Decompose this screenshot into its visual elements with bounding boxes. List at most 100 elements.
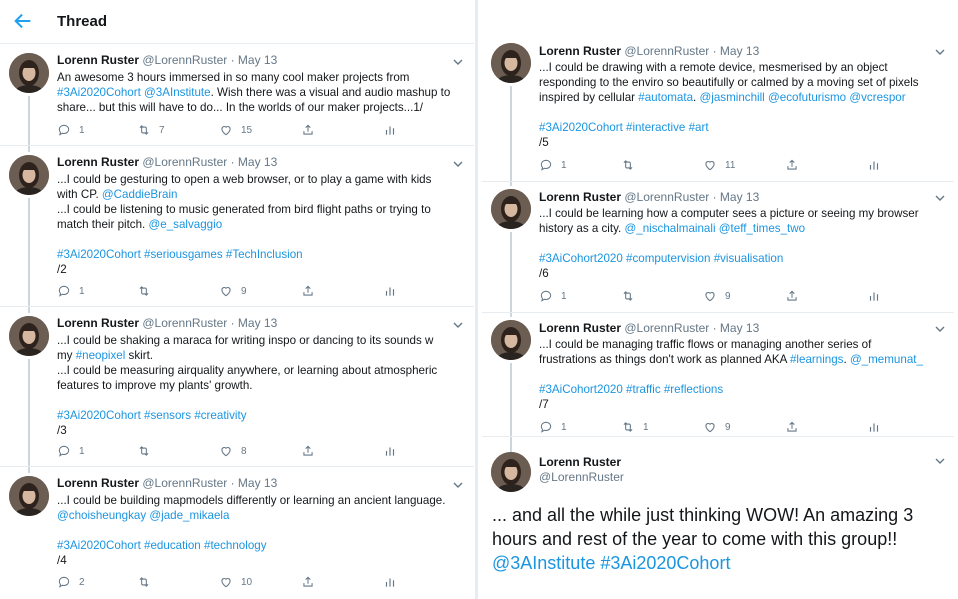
tweet-date[interactable]: · May 13 [231, 53, 278, 67]
hashtag-link[interactable]: #3Ai2020Cohort [57, 86, 141, 99]
share-button[interactable] [301, 284, 315, 298]
hashtag-link[interactable]: #technology [204, 539, 267, 552]
author-name[interactable]: Lorenn Ruster [539, 321, 621, 335]
share-button[interactable] [301, 123, 315, 137]
like-button[interactable]: 15 [219, 123, 252, 137]
mention-link[interactable]: @CaddieBrain [102, 188, 178, 201]
author-handle[interactable]: @LorennRuster [142, 155, 227, 169]
tweet-date[interactable]: · May 13 [713, 44, 760, 58]
author-name[interactable]: Lorenn Ruster [539, 44, 621, 58]
retweet-button[interactable] [137, 575, 159, 589]
chevron-down-icon[interactable] [934, 323, 946, 335]
author-handle[interactable]: @LorennRuster [624, 190, 709, 204]
retweet-button[interactable] [621, 289, 643, 303]
author-handle[interactable]: @LorennRuster [624, 44, 709, 58]
mention-link[interactable]: @vcrespor [849, 91, 905, 104]
like-button[interactable]: 9 [219, 284, 247, 298]
hashtag-link[interactable]: #art [689, 121, 709, 134]
hashtag-link[interactable]: #3AiCohort2020 [539, 383, 623, 396]
avatar[interactable] [9, 53, 49, 93]
share-button[interactable] [301, 444, 315, 458]
chevron-down-icon[interactable] [452, 56, 464, 68]
mention-link[interactable]: @3AInstitute [492, 553, 595, 573]
analytics-button[interactable] [383, 123, 397, 137]
hashtag-link[interactable]: #interactive [626, 121, 685, 134]
mention-link[interactable]: @e_salvaggio [149, 218, 223, 231]
retweet-button[interactable]: 1 [621, 420, 649, 434]
hashtag-link[interactable]: #seriousgames [144, 248, 223, 261]
author-handle-text[interactable]: @LorennRuster [539, 470, 624, 484]
analytics-button[interactable] [867, 289, 881, 303]
like-button[interactable]: 9 [703, 420, 731, 434]
share-button[interactable] [785, 158, 799, 172]
mention-link[interactable]: @choisheungkay [57, 509, 146, 522]
hashtag-link[interactable]: #3Ai2020Cohort [57, 248, 141, 261]
hashtag-link[interactable]: #visualisation [714, 252, 784, 265]
reply-button[interactable]: 1 [539, 420, 567, 434]
author-name[interactable]: Lorenn Ruster [57, 155, 139, 169]
reply-button[interactable]: 1 [57, 284, 85, 298]
avatar[interactable] [491, 189, 531, 229]
avatar[interactable] [491, 320, 531, 360]
retweet-button[interactable] [621, 158, 643, 172]
analytics-button[interactable] [867, 420, 881, 434]
mention-link[interactable]: @jasminchill [700, 91, 765, 104]
chevron-down-icon[interactable] [452, 479, 464, 491]
reply-button[interactable]: 2 [57, 575, 85, 589]
hashtag-link[interactable]: #3Ai2020Cohort [57, 409, 141, 422]
hashtag-link[interactable]: #TechInclusion [226, 248, 303, 261]
mention-link[interactable]: @_memunat_ [850, 353, 923, 366]
hashtag-link[interactable]: #automata [638, 91, 693, 104]
mention-link[interactable]: @_nischalmainali [624, 222, 715, 235]
analytics-button[interactable] [383, 284, 397, 298]
tweet-date[interactable]: · May 13 [231, 155, 278, 169]
author-handle[interactable]: @LorennRuster [539, 470, 624, 484]
hashtag-link[interactable]: #3Ai2020Cohort [539, 121, 623, 134]
author-handle[interactable]: @LorennRuster [142, 316, 227, 330]
like-button[interactable]: 8 [219, 444, 247, 458]
tweet-date[interactable]: · May 13 [231, 476, 278, 490]
reply-button[interactable]: 1 [57, 123, 85, 137]
like-button[interactable]: 9 [703, 289, 731, 303]
author-name-text[interactable]: Lorenn Ruster [539, 455, 621, 469]
like-button[interactable]: 10 [219, 575, 252, 589]
author-handle[interactable]: @LorennRuster [624, 321, 709, 335]
analytics-button[interactable] [867, 158, 881, 172]
retweet-button[interactable] [137, 444, 159, 458]
author-name[interactable]: Lorenn Ruster [57, 53, 139, 67]
hashtag-link[interactable]: #creativity [194, 409, 246, 422]
chevron-down-icon[interactable] [934, 46, 946, 58]
share-button[interactable] [785, 289, 799, 303]
chevron-down-icon[interactable] [452, 158, 464, 170]
author-name[interactable]: Lorenn Ruster [57, 316, 139, 330]
reply-button[interactable]: 1 [57, 444, 85, 458]
chevron-down-icon[interactable] [934, 192, 946, 204]
hashtag-link[interactable]: #learnings [790, 353, 844, 366]
analytics-button[interactable] [383, 444, 397, 458]
avatar[interactable] [491, 43, 531, 83]
arrow-left-icon[interactable] [12, 10, 34, 32]
author-name[interactable]: Lorenn Ruster [539, 190, 621, 204]
avatar[interactable] [9, 476, 49, 516]
avatar[interactable] [9, 155, 49, 195]
avatar[interactable] [491, 452, 531, 492]
hashtag-link[interactable]: #sensors [144, 409, 191, 422]
chevron-down-icon[interactable] [934, 455, 946, 467]
tweet-date[interactable]: · May 13 [231, 316, 278, 330]
chevron-down-icon[interactable] [452, 319, 464, 331]
reply-button[interactable]: 1 [539, 158, 567, 172]
share-button[interactable] [785, 420, 799, 434]
author-name[interactable]: Lorenn Ruster [57, 476, 139, 490]
avatar[interactable] [9, 316, 49, 356]
share-button[interactable] [301, 575, 315, 589]
reply-button[interactable]: 1 [539, 289, 567, 303]
hashtag-link[interactable]: #3Ai2020Cohort [57, 539, 141, 552]
retweet-button[interactable] [137, 284, 159, 298]
mention-link[interactable]: @teff_times_two [719, 222, 805, 235]
hashtag-link[interactable]: #education [144, 539, 201, 552]
hashtag-link[interactable]: #3Ai2020Cohort [600, 553, 730, 573]
hashtag-link[interactable]: #neopixel [76, 349, 126, 362]
hashtag-link[interactable]: #traffic [626, 383, 661, 396]
hashtag-link[interactable]: #computervision [626, 252, 710, 265]
mention-link[interactable]: @jade_mikaela [149, 509, 229, 522]
